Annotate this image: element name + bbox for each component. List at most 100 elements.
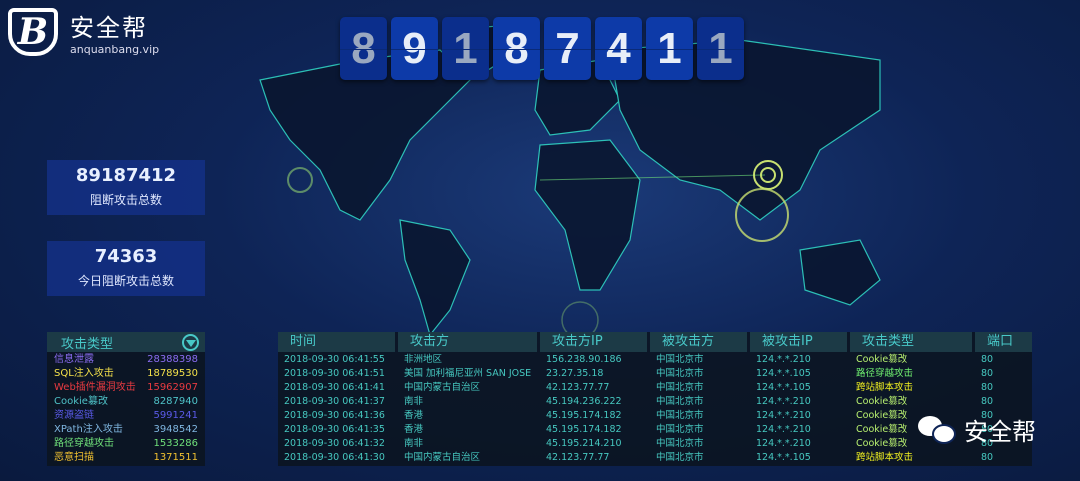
attack-type-row[interactable]: 恶意扫描 1371511 bbox=[47, 451, 205, 465]
table-cell: 2018-09-30 06:41:37 bbox=[284, 396, 385, 407]
attack-type-row[interactable]: 信息泄露 28388398 bbox=[47, 353, 205, 367]
table-cell: 香港 bbox=[404, 424, 424, 435]
table-cell: 2018-09-30 06:41:32 bbox=[284, 438, 385, 449]
table-cell: 香港 bbox=[404, 410, 424, 421]
table-cell: 124.*.*.210 bbox=[756, 424, 811, 435]
column-header: 时间 bbox=[278, 332, 395, 352]
watermark-text: 安全帮 bbox=[964, 418, 1036, 446]
table-cell: 80 bbox=[981, 396, 994, 407]
table-cell: 80 bbox=[981, 452, 994, 463]
table-cell: 124.*.*.210 bbox=[756, 396, 811, 407]
attack-type-row[interactable]: Web插件漏洞攻击 15962907 bbox=[47, 381, 205, 395]
table-cell: 45.195.174.182 bbox=[546, 410, 622, 421]
table-cell: 2018-09-30 06:41:35 bbox=[284, 424, 385, 435]
stat-total-blocked: 89187412 阻断攻击总数 bbox=[47, 160, 205, 215]
logo-mark: B bbox=[8, 8, 58, 56]
table-cell: 2018-09-30 06:41:30 bbox=[284, 452, 385, 463]
table-cell: 124.*.*.210 bbox=[756, 410, 811, 421]
africa bbox=[534, 139, 641, 291]
table-cell: 80 bbox=[981, 382, 994, 393]
attack-type-title: 攻击类型 bbox=[61, 336, 114, 352]
counter-digit: 1 bbox=[442, 17, 489, 80]
south-america bbox=[399, 219, 471, 337]
table-cell: 124.*.*.210 bbox=[756, 438, 811, 449]
table-row: 2018-09-30 06:41:30 中国内蒙古自治区 42.123.77.77 中… bbox=[278, 451, 1032, 465]
column-header: 被攻击IP bbox=[750, 332, 847, 352]
table-cell: Cookie篡改 bbox=[856, 396, 908, 407]
attack-type-count: 3948542 bbox=[153, 424, 198, 435]
watermark: 安全帮 bbox=[918, 412, 1036, 447]
attack-type-count: 18789530 bbox=[147, 368, 198, 379]
brand-logo: B 安全帮 anquanbang.vip bbox=[8, 8, 159, 56]
table-cell: 中国北京市 bbox=[656, 410, 704, 421]
table-cell: 42.123.77.77 bbox=[546, 382, 610, 393]
table-cell: 45.194.236.222 bbox=[546, 396, 622, 407]
table-cell: 124.*.*.105 bbox=[756, 452, 811, 463]
table-cell: 美国 加利福尼亚州 SAN JOSE bbox=[404, 368, 532, 379]
counter-digit: 1 bbox=[697, 17, 744, 80]
attack-type-row[interactable]: Cookie篡改 8287940 bbox=[47, 395, 205, 409]
table-row: 2018-09-30 06:41:55 非洲地区 156.238.90.186 中国北… bbox=[278, 353, 1032, 367]
attack-type-name: Web插件漏洞攻击 bbox=[54, 382, 136, 393]
counter-digit: 9 bbox=[391, 17, 438, 80]
table-cell: 45.195.174.182 bbox=[546, 424, 622, 435]
brand-name: 安全帮 bbox=[70, 14, 148, 42]
stat-today-blocked: 74363 今日阻断攻击总数 bbox=[47, 241, 205, 296]
table-cell: Cookie篡改 bbox=[856, 354, 908, 365]
table-cell: 42.123.77.77 bbox=[546, 452, 610, 463]
counter-digit: 4 bbox=[595, 17, 642, 80]
table-cell: 2018-09-30 06:41:36 bbox=[284, 410, 385, 421]
attack-type-count: 8287940 bbox=[153, 396, 198, 407]
table-row: 2018-09-30 06:41:41 中国内蒙古自治区 42.123.77.77 中… bbox=[278, 381, 1032, 395]
counter-digit: 1 bbox=[646, 17, 693, 80]
attack-type-panel: 攻击类型 信息泄露 28388398 SQL注入攻击 18789530 Web插件漏洞攻… bbox=[47, 332, 205, 466]
table-cell: 中国内蒙古自治区 bbox=[404, 452, 481, 463]
attack-type-row[interactable]: SQL注入攻击 18789530 bbox=[47, 367, 205, 381]
table-cell: 124.*.*.105 bbox=[756, 368, 811, 379]
table-cell: 124.*.*.105 bbox=[756, 382, 811, 393]
wechat-icon bbox=[918, 414, 958, 446]
column-header: 攻击类型 bbox=[850, 332, 972, 352]
table-cell: 23.27.35.18 bbox=[546, 368, 604, 379]
attack-type-row[interactable]: 路径穿越攻击 1533286 bbox=[47, 437, 205, 451]
table-cell: 中国北京市 bbox=[656, 368, 704, 379]
table-cell: 80 bbox=[981, 368, 994, 379]
table-cell: 中国北京市 bbox=[656, 354, 704, 365]
attack-type-name: 资源盗链 bbox=[54, 410, 94, 421]
table-cell: 中国北京市 bbox=[656, 452, 704, 463]
table-cell: 中国北京市 bbox=[656, 382, 704, 393]
table-cell: 中国内蒙古自治区 bbox=[404, 382, 481, 393]
column-header: 攻击方 bbox=[398, 332, 537, 352]
attack-type-name: XPath注入攻击 bbox=[54, 424, 123, 435]
attack-type-count: 1371511 bbox=[153, 452, 198, 463]
attack-type-row[interactable]: XPath注入攻击 3948542 bbox=[47, 423, 205, 437]
attack-type-row[interactable]: 资源盗链 5991241 bbox=[47, 409, 205, 423]
australia bbox=[799, 239, 881, 306]
column-header: 被攻击方 bbox=[650, 332, 747, 352]
attack-type-count: 5991241 bbox=[153, 410, 198, 421]
column-header: 端口 bbox=[975, 332, 1032, 352]
counter-digit: 8 bbox=[493, 17, 540, 80]
attack-ripple bbox=[287, 167, 313, 193]
triangle-down-icon[interactable] bbox=[182, 333, 199, 351]
table-row: 2018-09-30 06:41:37 南非 45.194.236.222 中国北京市… bbox=[278, 395, 1032, 409]
table-cell: 南非 bbox=[404, 396, 424, 407]
total-counter: 8 9 1 8 7 4 1 1 bbox=[340, 17, 744, 80]
table-cell: 南非 bbox=[404, 438, 424, 449]
table-cell: 路径穿越攻击 bbox=[856, 368, 914, 379]
table-cell: 中国北京市 bbox=[656, 396, 704, 407]
table-row: 2018-09-30 06:41:51 美国 加利福尼亚州 SAN JOSE 23.… bbox=[278, 367, 1032, 381]
table-cell: 2018-09-30 06:41:41 bbox=[284, 382, 385, 393]
attack-type-name: 信息泄露 bbox=[54, 354, 94, 365]
table-cell: 80 bbox=[981, 354, 994, 365]
attack-type-name: Cookie篡改 bbox=[54, 396, 108, 407]
table-cell: 156.238.90.186 bbox=[546, 354, 622, 365]
stat-value: 74363 bbox=[94, 246, 158, 267]
table-cell: 124.*.*.210 bbox=[756, 354, 811, 365]
stat-label: 今日阻断攻击总数 bbox=[77, 274, 174, 288]
stat-value: 89187412 bbox=[75, 165, 177, 186]
column-header: 攻击方IP bbox=[540, 332, 647, 352]
table-cell: 中国北京市 bbox=[656, 438, 704, 449]
brand-domain: anquanbang.vip bbox=[70, 43, 160, 56]
table-cell: 2018-09-30 06:41:55 bbox=[284, 354, 385, 365]
